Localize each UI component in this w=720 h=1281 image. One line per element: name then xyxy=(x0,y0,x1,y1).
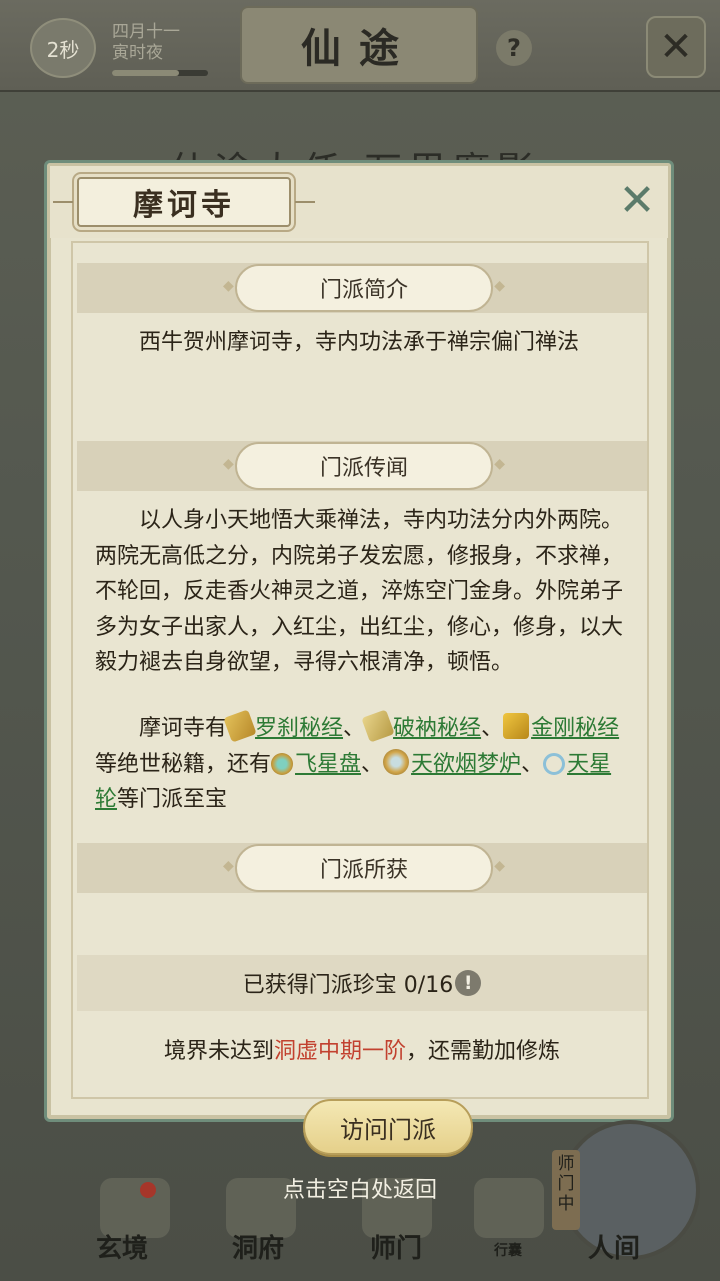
realm-suffix: ，还需勤加修炼 xyxy=(406,1039,561,1064)
close-icon[interactable]: ✕ xyxy=(646,16,706,78)
nav-dongfu[interactable]: 洞府 xyxy=(232,1228,284,1265)
link-luocha-scripture[interactable]: 罗刹秘经 xyxy=(255,716,343,741)
visit-sect-button[interactable]: 访问门派 xyxy=(303,1099,473,1155)
furnace-icon xyxy=(383,748,410,775)
nav-shimen[interactable]: 师门 xyxy=(370,1228,422,1265)
link-feixing-disc[interactable]: 飞星盘 xyxy=(295,752,361,777)
date-line-2: 寅时夜 xyxy=(112,43,163,63)
time-progress-bar xyxy=(112,70,208,76)
game-date: 四月十一 寅时夜 xyxy=(112,22,180,64)
link-tianyu-furnace[interactable]: 天欲烟梦炉 xyxy=(411,752,521,777)
dialog-title: 摩诃寺 xyxy=(53,177,315,227)
section-label-intro: 门派简介 xyxy=(223,264,505,312)
nav-xuanjing[interactable]: 玄境 xyxy=(96,1228,148,1265)
sect-info-dialog: 摩诃寺 ✕ 门派简介 西牛贺州摩诃寺，寺内功法承于禅宗偏门禅法 门派传闻 以人身… xyxy=(44,160,674,1155)
end-text: 等门派至宝 xyxy=(117,787,228,812)
date-line-1: 四月十一 xyxy=(112,22,180,42)
treasure-progress: 已获得门派珍宝 0/16 ! xyxy=(77,955,647,1011)
scroll-icon xyxy=(223,709,257,743)
realm-prefix: 境界未达到 xyxy=(163,1039,274,1064)
section-header-lore: 门派传闻 xyxy=(77,441,647,491)
lore-text: 以人身小天地悟大乘禅法，寺内功法分内外两院。两院无高低之分，内院弟子发宏愿，修报… xyxy=(95,508,624,675)
realm-requirement: 境界未达到洞虚中期一阶，还需勤加修炼 xyxy=(77,1033,647,1065)
link-ponai-scripture[interactable]: 破衲秘经 xyxy=(393,716,481,741)
section-label-gains: 门派所获 xyxy=(223,844,505,892)
treasure-progress-text: 已获得门派珍宝 0/16 xyxy=(242,973,454,998)
book-icon xyxy=(503,713,530,739)
nav-xingnang[interactable]: 行囊 xyxy=(494,1240,522,1260)
dialog-close-icon[interactable]: ✕ xyxy=(613,177,661,225)
tap-to-return-hint[interactable]: 点击空白处返回 xyxy=(0,1172,720,1204)
help-button[interactable]: ? xyxy=(496,30,532,66)
mid-text: 等绝世秘籍，还有 xyxy=(95,751,272,777)
section-header-gains: 门派所获 xyxy=(77,843,647,893)
treasure-text: 摩诃寺有 罗刹秘经、 破衲秘经、 金刚秘经等绝世秘籍，还有 飞星盘、 天欲烟梦炉、 天星轮等… xyxy=(95,709,625,818)
section-label-lore: 门派传闻 xyxy=(223,442,505,490)
treasure-prefix: 摩诃寺有 xyxy=(139,716,228,741)
dialog-content: 门派简介 西牛贺州摩诃寺，寺内功法承于禅宗偏门禅法 门派传闻 以人身小天地悟大乘… xyxy=(71,241,649,1155)
scroll-icon xyxy=(361,709,395,743)
timer-badge: 2秒 xyxy=(30,18,96,78)
link-jingang-scripture[interactable]: 金刚秘经 xyxy=(531,716,619,741)
page-title: 仙途 xyxy=(240,6,478,84)
top-bar: 2秒 四月十一 寅时夜 仙途 ? ✕ xyxy=(0,0,720,92)
section-header-intro: 门派简介 xyxy=(77,263,647,313)
warning-icon[interactable]: ! xyxy=(455,970,482,996)
nav-renjian[interactable]: 人间 xyxy=(588,1228,640,1265)
time-progress-fill xyxy=(112,70,180,76)
intro-text: 西牛贺州摩诃寺，寺内功法承于禅宗偏门禅法 xyxy=(139,330,580,355)
required-realm: 洞虚中期一阶 xyxy=(273,1039,406,1064)
disc-icon xyxy=(271,752,294,775)
wheel-icon xyxy=(543,752,566,775)
